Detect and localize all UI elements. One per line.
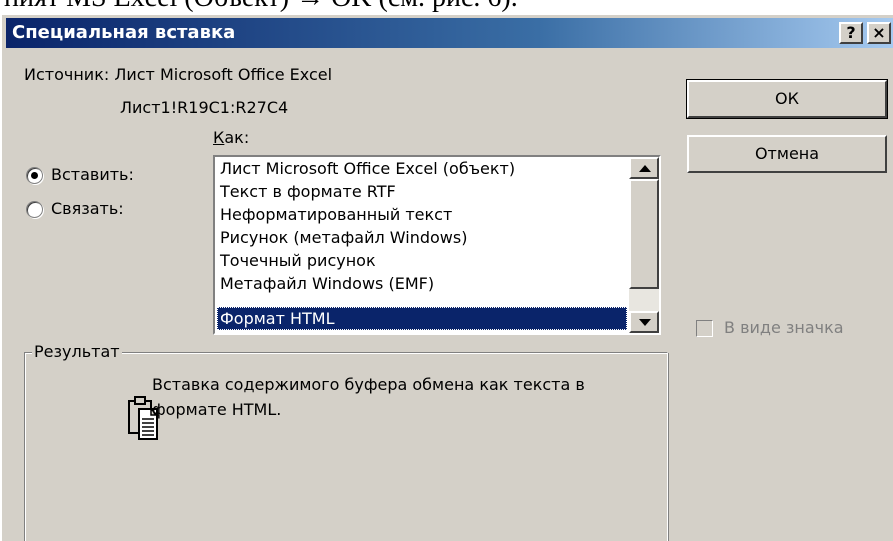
list-scrollbar[interactable] bbox=[629, 157, 659, 333]
paste-as-list[interactable]: Лист Microsoft Office Excel (объект) Тек… bbox=[213, 155, 661, 335]
paste-radio-label[interactable]: Вставить: bbox=[51, 165, 134, 184]
ok-button[interactable]: ОК bbox=[686, 79, 888, 119]
result-group-title: Результат bbox=[32, 342, 122, 361]
display-as-icon-checkbox[interactable] bbox=[696, 320, 713, 337]
list-item[interactable]: Текст в формате RTF bbox=[217, 180, 627, 203]
cancel-button[interactable]: Отмена bbox=[687, 135, 887, 173]
list-item[interactable]: Неформатированный текст bbox=[217, 203, 627, 226]
list-item[interactable]: Точечный рисунок bbox=[217, 249, 627, 272]
paste-radio[interactable] bbox=[26, 167, 43, 184]
link-radio-label[interactable]: Связать: bbox=[51, 199, 124, 218]
link-radio[interactable] bbox=[26, 201, 43, 218]
result-description-line1: Вставка содержимого буфера обмена как те… bbox=[152, 375, 585, 394]
as-label: Как: bbox=[213, 128, 250, 147]
list-item-selected[interactable]: Формат HTML bbox=[217, 307, 627, 330]
source-range: Лист1!R19C1:R27C4 bbox=[120, 98, 289, 117]
help-button[interactable]: ? bbox=[839, 22, 863, 44]
list-item[interactable]: Метафайл Windows (EMF) bbox=[217, 272, 627, 295]
list-item[interactable]: Рисунок (метафайл Windows) bbox=[217, 226, 627, 249]
dialog-title: Специальная вставка bbox=[12, 22, 236, 43]
scroll-thumb[interactable] bbox=[629, 179, 659, 289]
result-description-line2: формате HTML. bbox=[152, 400, 282, 419]
display-as-icon-label: В виде значка bbox=[724, 318, 844, 337]
close-button[interactable]: × bbox=[867, 22, 891, 44]
title-bar[interactable]: Специальная вставка ? × bbox=[6, 18, 893, 48]
scroll-up-button[interactable] bbox=[629, 157, 659, 179]
list-item[interactable]: Лист Microsoft Office Excel (объект) bbox=[217, 157, 627, 180]
arrow-down-icon bbox=[639, 319, 651, 326]
paste-special-dialog: Специальная вставка ? × Источник: Лист M… bbox=[0, 15, 893, 541]
arrow-up-icon bbox=[639, 165, 651, 172]
scroll-down-button[interactable] bbox=[629, 311, 659, 333]
source-label: Источник: Лист Microsoft Office Excel bbox=[24, 65, 333, 84]
